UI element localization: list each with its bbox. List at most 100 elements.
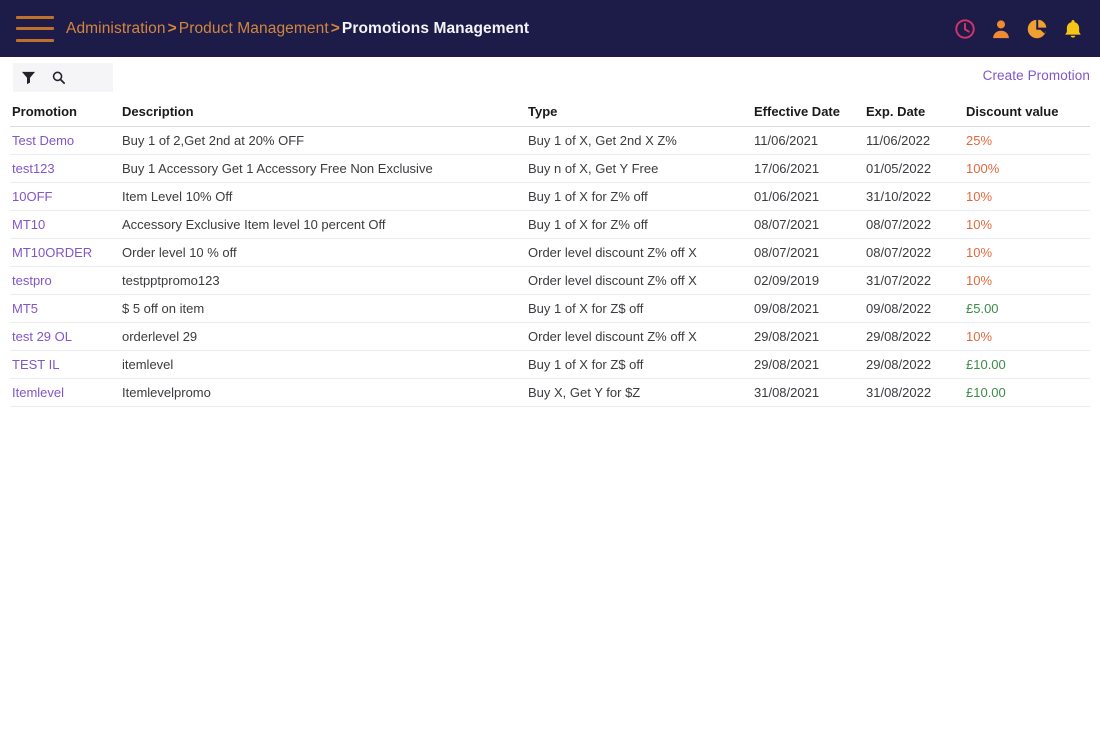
hamburger-bar xyxy=(16,27,54,30)
cell-promotion: test123 xyxy=(10,154,120,183)
cell-description: Buy 1 Accessory Get 1 Accessory Free Non… xyxy=(120,154,526,183)
table-row: MT10ORDER Order level 10 % off Order level… xyxy=(10,238,1090,267)
column-header-discount-value[interactable]: Discount value xyxy=(964,98,1090,127)
cell-effective-date: 29/08/2021 xyxy=(752,350,864,379)
cell-effective-date: 02/09/2019 xyxy=(752,266,864,295)
cell-discount-value-text: 25% xyxy=(966,133,993,148)
cell-promotion: testpro xyxy=(10,266,120,295)
cell-promotion-text[interactable]: Itemlevel xyxy=(12,385,64,400)
cell-description-text: Accessory Exclusive Item level 10 percen… xyxy=(122,217,386,232)
cell-type: Order level discount Z% off X xyxy=(526,238,752,267)
cell-discount-value-text: £10.00 xyxy=(966,357,1006,372)
cell-promotion-text[interactable]: Test Demo xyxy=(12,133,74,148)
table-row: test 29 OL orderlevel 29 Order level disco… xyxy=(10,322,1090,351)
table-row: TEST IL itemlevel Buy 1 of X for Z$ off 29/… xyxy=(10,350,1090,379)
cell-discount-value-text: 100% xyxy=(966,161,1000,176)
cell-exp-date-text: 31/07/2022 xyxy=(866,273,932,288)
cell-discount-value: 10% xyxy=(964,266,1090,295)
bell-icon[interactable] xyxy=(1062,18,1084,40)
cell-discount-value-text: £10.00 xyxy=(966,385,1006,400)
cell-exp-date: 31/07/2022 xyxy=(864,266,964,295)
cell-promotion-text[interactable]: MT10ORDER xyxy=(12,245,92,260)
table-header-row: Promotion Description Type Effective Dat… xyxy=(10,98,1090,127)
cell-discount-value-text: 10% xyxy=(966,245,993,260)
cell-effective-date: 09/08/2021 xyxy=(752,294,864,323)
cell-effective-date-text: 31/08/2021 xyxy=(754,385,820,400)
column-header-type[interactable]: Type xyxy=(526,98,752,127)
cell-type-text: Buy 1 of X for Z% off xyxy=(528,217,648,232)
cell-exp-date: 08/07/2022 xyxy=(864,238,964,267)
cell-description-text: Itemlevelpromo xyxy=(122,385,211,400)
table-toolbar: Create Promotion xyxy=(0,57,1100,98)
cell-type-text: Buy 1 of X for Z$ off xyxy=(528,301,644,316)
cell-discount-value-text: 10% xyxy=(966,189,993,204)
cell-promotion-text[interactable]: MT5 xyxy=(12,301,38,316)
cell-type-text: Buy 1 of X, Get 2nd X Z% xyxy=(528,133,677,148)
cell-exp-date-text: 31/08/2022 xyxy=(866,385,932,400)
hamburger-menu-icon[interactable] xyxy=(16,15,54,42)
cell-exp-date: 11/06/2022 xyxy=(864,126,964,155)
cell-type: Buy 1 of X for Z% off xyxy=(526,210,752,239)
cell-effective-date: 29/08/2021 xyxy=(752,322,864,351)
cell-discount-value: 25% xyxy=(964,126,1090,155)
cell-discount-value: 10% xyxy=(964,238,1090,267)
cell-promotion-text[interactable]: test 29 OL xyxy=(12,329,72,344)
user-icon[interactable] xyxy=(990,18,1012,40)
toolbar-icon-group xyxy=(13,63,113,92)
column-header-exp-date[interactable]: Exp. Date xyxy=(864,98,964,127)
breadcrumb-item-administration[interactable]: Administration xyxy=(66,20,166,38)
column-header-promotion[interactable]: Promotion xyxy=(10,98,120,127)
cell-promotion-text[interactable]: testpro xyxy=(12,273,52,288)
clock-icon[interactable] xyxy=(954,18,976,40)
search-button[interactable] xyxy=(43,63,73,92)
cell-exp-date-text: 08/07/2022 xyxy=(866,245,932,260)
pie-chart-icon[interactable] xyxy=(1026,18,1048,40)
cell-promotion-text[interactable]: test123 xyxy=(12,161,55,176)
cell-promotion: MT10 xyxy=(10,210,120,239)
cell-type-text: Order level discount Z% off X xyxy=(528,245,697,260)
cell-exp-date-text: 31/10/2022 xyxy=(866,189,932,204)
cell-discount-value-text: 10% xyxy=(966,329,993,344)
table-row: Test Demo Buy 1 of 2,Get 2nd at 20% OFF Bu… xyxy=(10,126,1090,155)
cell-exp-date: 31/08/2022 xyxy=(864,378,964,407)
cell-exp-date: 29/08/2022 xyxy=(864,350,964,379)
cell-type-text: Buy 1 of X for Z% off xyxy=(528,189,648,204)
cell-description: Itemlevelpromo xyxy=(120,378,526,407)
promotions-table: Promotion Description Type Effective Dat… xyxy=(10,98,1090,407)
cell-promotion: MT10ORDER xyxy=(10,238,120,267)
cell-type: Buy X, Get Y for $Z xyxy=(526,378,752,407)
cell-description: orderlevel 29 xyxy=(120,322,526,351)
create-promotion-button[interactable]: Create Promotion xyxy=(983,68,1090,83)
column-header-description[interactable]: Description xyxy=(120,98,526,127)
cell-exp-date-text: 09/08/2022 xyxy=(866,301,932,316)
cell-exp-date-text: 29/08/2022 xyxy=(866,329,932,344)
cell-effective-date-text: 01/06/2021 xyxy=(754,189,820,204)
table-row: 10OFF Item Level 10% Off Buy 1 of X for Z%… xyxy=(10,182,1090,211)
breadcrumb-separator: > xyxy=(167,19,177,37)
cell-effective-date: 08/07/2021 xyxy=(752,210,864,239)
cell-promotion-text[interactable]: TEST IL xyxy=(12,357,59,372)
top-navigation-bar: Administration > Product Management > Pr… xyxy=(0,0,1100,57)
hamburger-bar xyxy=(16,38,54,42)
column-header-effective-date[interactable]: Effective Date xyxy=(752,98,864,127)
breadcrumb-item-product-management[interactable]: Product Management xyxy=(179,20,329,38)
cell-effective-date-text: 29/08/2021 xyxy=(754,329,820,344)
cell-type: Buy 1 of X for Z% off xyxy=(526,182,752,211)
cell-promotion-text[interactable]: 10OFF xyxy=(12,189,52,204)
filter-button[interactable] xyxy=(13,63,43,92)
cell-type: Buy 1 of X for Z$ off xyxy=(526,294,752,323)
table-body: Test Demo Buy 1 of 2,Get 2nd at 20% OFF Bu… xyxy=(10,126,1090,407)
table-header: Promotion Description Type Effective Dat… xyxy=(10,98,1090,127)
breadcrumb-separator: > xyxy=(330,19,340,37)
table-row: Itemlevel Itemlevelpromo Buy X, Get Y for … xyxy=(10,378,1090,407)
cell-effective-date-text: 11/06/2021 xyxy=(754,133,819,148)
table-row: MT10 Accessory Exclusive Item level 10 pe… xyxy=(10,210,1090,239)
cell-description-text: Order level 10 % off xyxy=(122,245,237,260)
cell-discount-value: £5.00 xyxy=(964,294,1090,323)
promotions-table-container: Promotion Description Type Effective Dat… xyxy=(0,98,1100,407)
cell-discount-value-text: 10% xyxy=(966,273,993,288)
hamburger-bar xyxy=(16,15,54,19)
cell-promotion-text[interactable]: MT10 xyxy=(12,217,45,232)
cell-effective-date-text: 02/09/2019 xyxy=(754,273,820,288)
cell-description-text: Item Level 10% Off xyxy=(122,189,233,204)
